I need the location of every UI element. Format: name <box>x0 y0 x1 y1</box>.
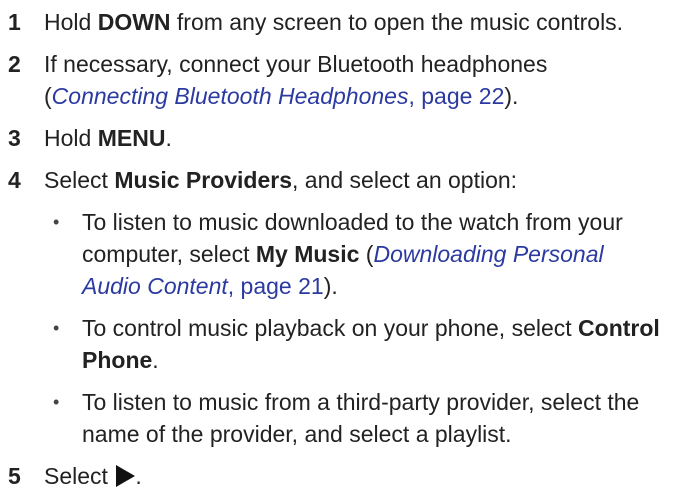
link-title: Connecting Bluetooth Headphones <box>51 83 409 109</box>
step-5: 5 Select . <box>0 460 693 492</box>
step-number: 2 <box>8 51 21 77</box>
option-text-post: . <box>152 347 159 373</box>
link-connecting-bluetooth-headphones[interactable]: Connecting Bluetooth Headphones, page 22 <box>52 83 505 109</box>
step-text-pre: Select <box>44 167 115 193</box>
play-icon <box>116 465 136 487</box>
step-number: 5 <box>8 463 21 489</box>
button-name-menu: MENU <box>97 125 166 151</box>
step-text-post: . <box>165 125 172 151</box>
option-item: • To listen to music from a third-party … <box>44 386 675 450</box>
instruction-list: 1 Hold DOWN from any screen to open the … <box>0 0 693 492</box>
option-item: • To control music playback on your phon… <box>44 312 675 376</box>
step-text: Hold MENU. <box>44 122 675 154</box>
option-list: • To listen to music downloaded to the w… <box>44 206 675 450</box>
option-text-mid: ( <box>359 241 374 267</box>
step-1: 1 Hold DOWN from any screen to open the … <box>0 6 693 38</box>
bullet-icon: • <box>53 212 60 232</box>
button-name-down: DOWN <box>97 9 171 35</box>
step-text-post: . <box>135 463 142 489</box>
link-page: , page 21 <box>227 273 324 299</box>
step-2: 2 If necessary, connect your Bluetooth h… <box>0 48 693 112</box>
step-text: If necessary, connect your Bluetooth hea… <box>44 48 675 112</box>
step-text-post: from any screen to open the music contro… <box>170 9 624 35</box>
bullet-icon: • <box>53 392 60 412</box>
step-text: Hold DOWN from any screen to open the mu… <box>44 6 675 38</box>
step-text-pre: Hold <box>44 125 98 151</box>
step-4: 4 Select Music Providers, and select an … <box>0 164 693 450</box>
option-text-pre: To control music playback on your phone,… <box>82 315 579 341</box>
step-number: 1 <box>8 9 21 35</box>
link-page: , page 22 <box>408 83 505 109</box>
step-text-pre: Select <box>44 463 115 489</box>
bullet-icon: • <box>53 318 60 338</box>
step-number: 3 <box>8 125 21 151</box>
step-3: 3 Hold MENU. <box>0 122 693 154</box>
option-text-post: ). <box>323 273 338 299</box>
menu-name-music-providers: Music Providers <box>114 167 293 193</box>
step-text: Select Music Providers, and select an op… <box>44 164 675 196</box>
menu-name-my-music: My Music <box>255 241 360 267</box>
step-text-pre: Hold <box>44 9 98 35</box>
step-text: Select . <box>44 460 675 492</box>
option-text: To listen to music from a third-party pr… <box>82 389 640 447</box>
option-item: • To listen to music downloaded to the w… <box>44 206 675 302</box>
step-text-post: , and select an option: <box>292 167 518 193</box>
step-number: 4 <box>8 167 21 193</box>
step-text-post: ). <box>504 83 519 109</box>
